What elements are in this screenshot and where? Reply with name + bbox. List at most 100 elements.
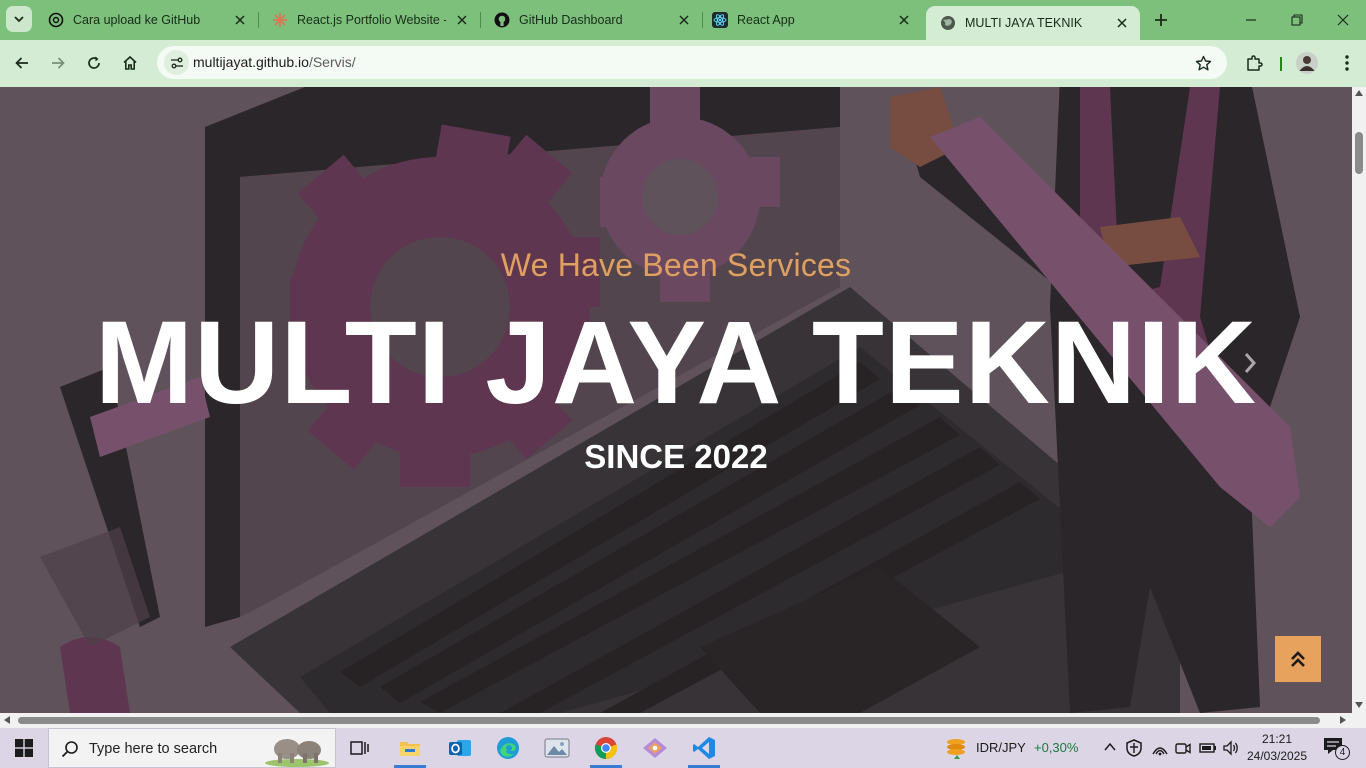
kebab-menu-icon <box>1345 55 1349 71</box>
tab-title: React.js Portfolio Website - Code <box>297 13 446 27</box>
carousel-next-button[interactable] <box>1236 349 1264 377</box>
stock-ticker-icon[interactable] <box>944 737 968 759</box>
back-to-top-button[interactable] <box>1275 636 1321 682</box>
puzzle-icon <box>1247 55 1263 71</box>
arrow-right-icon <box>52 57 65 69</box>
home-button[interactable] <box>115 48 145 78</box>
browser-toolbar: multijayat.github.io/Servis/ <box>0 40 1366 87</box>
clock-time: 21:21 <box>1261 732 1293 746</box>
address-bar[interactable]: multijayat.github.io/Servis/ <box>157 46 1227 79</box>
chevron-down-icon <box>14 16 24 23</box>
scrollbar-corner <box>1352 713 1366 728</box>
taskbar-clock[interactable]: 21:21 24/03/2025 <box>1246 731 1308 765</box>
url-path: /Servis/ <box>308 54 356 70</box>
site-info-icon[interactable] <box>164 50 189 75</box>
bookmark-star-icon[interactable] <box>1193 53 1213 73</box>
chevron-up-icon[interactable] <box>1104 742 1116 752</box>
volume-icon[interactable] <box>1222 740 1240 756</box>
home-icon <box>123 55 137 70</box>
avatar <box>1296 52 1318 74</box>
taskbar-search-box[interactable]: Type here to search <box>48 728 336 768</box>
tab-title: GitHub Dashboard <box>519 13 623 27</box>
chevron-right-icon <box>1244 353 1257 373</box>
git-app-icon <box>643 738 667 758</box>
reload-button[interactable] <box>79 48 109 78</box>
taskbar-photos-app[interactable] <box>533 728 581 768</box>
close-icon[interactable] <box>452 10 472 30</box>
taskbar-search-placeholder: Type here to search <box>89 741 218 757</box>
outlook-icon <box>449 740 471 756</box>
tab-react-portfolio[interactable]: React.js Portfolio Website - Code <box>258 0 480 40</box>
restore-icon <box>1291 14 1303 26</box>
restore-button[interactable] <box>1274 0 1320 40</box>
taskbar-file-explorer[interactable] <box>386 728 434 768</box>
security-shield-icon[interactable] <box>1126 739 1142 757</box>
taskbar-outlook[interactable] <box>436 728 484 768</box>
horizontal-scroll-thumb[interactable] <box>18 717 1320 724</box>
openai-icon <box>48 12 64 28</box>
tab-title: Cara upload ke GitHub <box>73 13 201 27</box>
vertical-scroll-thumb[interactable] <box>1355 132 1363 174</box>
close-icon[interactable] <box>894 10 914 30</box>
close-icon[interactable] <box>1112 13 1132 33</box>
photos-icon <box>544 738 570 758</box>
task-view-icon <box>350 741 369 755</box>
wifi-icon[interactable] <box>1151 740 1169 756</box>
taskbar-edge[interactable] <box>484 728 532 768</box>
scroll-left-arrow-icon[interactable] <box>4 716 10 724</box>
elephants-icon <box>265 739 329 767</box>
url-host: multijayat.github.io <box>193 54 309 70</box>
close-icon[interactable] <box>674 10 694 30</box>
notification-center-button[interactable]: 4 <box>1322 736 1350 760</box>
extensions-button[interactable] <box>1239 48 1269 78</box>
tab-strip: Cara upload ke GitHub React.js Portfolio… <box>0 0 1366 40</box>
tab-title: React App <box>737 13 795 27</box>
tab-react-app[interactable]: React App <box>698 0 922 40</box>
tab-title: MULTI JAYA TEKNIK <box>965 16 1083 30</box>
tab-multi-jaya-teknik[interactable]: MULTI JAYA TEKNIK <box>926 6 1140 40</box>
folder-icon <box>400 742 420 756</box>
url-text[interactable]: multijayat.github.io/Servis/ <box>193 54 356 70</box>
new-tab-button[interactable] <box>1150 9 1172 31</box>
tab-github-dashboard[interactable]: GitHub Dashboard <box>480 0 702 40</box>
tab-search-button[interactable] <box>6 6 32 32</box>
taskbar-vscode[interactable] <box>680 728 728 768</box>
globe-icon <box>940 15 956 31</box>
ticker-symbol[interactable]: IDR/JPY <box>976 740 1026 755</box>
start-button[interactable] <box>0 728 48 768</box>
browser-menu-button[interactable] <box>1332 48 1362 78</box>
horizontal-scrollbar[interactable] <box>0 713 1352 728</box>
page-viewport: We Have Been Services MULTI JAYA TEKNIK … <box>0 87 1352 713</box>
edge-icon <box>497 737 519 759</box>
ticker-change[interactable]: +0,30% <box>1034 740 1078 755</box>
double-chevron-up-icon <box>1291 651 1305 667</box>
notification-count: 4 <box>1335 745 1350 760</box>
windows-taskbar: Type here to search IDR/JPY +0,30% 21:21… <box>0 728 1366 768</box>
scroll-up-arrow-icon[interactable] <box>1355 90 1363 96</box>
minimize-icon <box>1246 19 1256 21</box>
windows-logo-icon <box>15 739 33 757</box>
vertical-scrollbar[interactable] <box>1352 87 1366 713</box>
scroll-down-arrow-icon[interactable] <box>1355 702 1363 708</box>
taskbar-chrome[interactable] <box>582 728 630 768</box>
claude-icon <box>272 12 288 28</box>
search-icon <box>61 741 78 758</box>
minimize-button[interactable] <box>1228 0 1274 40</box>
close-icon[interactable] <box>230 10 250 30</box>
tab-cara-upload[interactable]: Cara upload ke GitHub <box>34 0 258 40</box>
reload-icon <box>88 56 100 69</box>
chrome-icon <box>594 737 618 760</box>
vscode-icon <box>693 737 715 759</box>
back-button[interactable] <box>7 48 37 78</box>
task-view-button[interactable] <box>336 728 384 768</box>
profile-button[interactable] <box>1292 48 1322 78</box>
hero-subtitle: We Have Been Services <box>500 247 852 283</box>
react-icon <box>712 12 728 28</box>
meet-now-icon[interactable] <box>1174 739 1192 757</box>
forward-button[interactable] <box>43 48 73 78</box>
battery-icon[interactable] <box>1198 740 1218 756</box>
plus-icon <box>1155 14 1167 26</box>
taskbar-git-app[interactable] <box>631 728 679 768</box>
scroll-right-arrow-icon[interactable] <box>1340 716 1346 724</box>
close-window-button[interactable] <box>1320 0 1366 40</box>
